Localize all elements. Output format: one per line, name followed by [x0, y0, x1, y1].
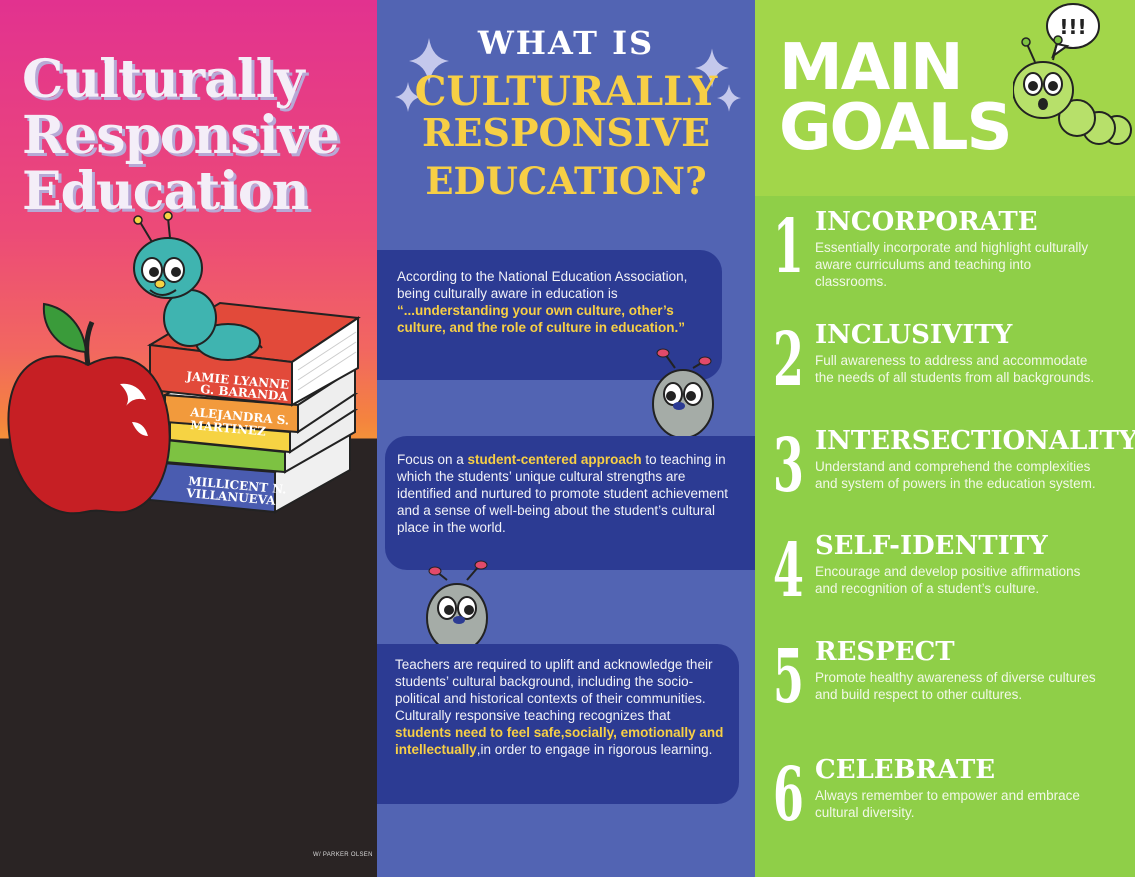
goal-number: 2 — [773, 317, 804, 403]
bubble-text: According to the National Education Asso… — [397, 269, 688, 335]
title-line: GOALS — [779, 91, 1013, 165]
title-line: MAIN — [779, 31, 964, 105]
info-bubble: Focus on a student-centered approach to … — [385, 436, 755, 570]
worm-icon: !!! — [1013, 3, 1132, 145]
speech-text: !!! — [1059, 15, 1086, 39]
goal-description: Promote healthy awareness of diverse cul… — [815, 670, 1096, 702]
goal-title: SELF-IDENTITY — [815, 531, 1048, 561]
goal-description: Encourage and develop positive affirmati… — [815, 564, 1081, 596]
right-panel: MAIN GOALS !!! 1 INCORPORATE Essentially… — [755, 0, 1135, 877]
mid-title-line: RESPONSIVE — [421, 110, 711, 155]
goal-number: 3 — [773, 423, 804, 509]
main-goals-title: MAIN GOALS — [779, 31, 1013, 165]
goal-description: Always remember to empower and embrace c… — [815, 788, 1080, 820]
bubble-text: Teachers are required to uplift and ackn… — [395, 657, 724, 757]
title-line: Responsive — [22, 105, 340, 166]
goal-number: 6 — [773, 752, 804, 838]
apple-icon — [7, 302, 171, 515]
goal-description: Understand and comprehend the complexiti… — [815, 459, 1096, 491]
info-bubble: Teachers are required to uplift and ackn… — [377, 644, 739, 804]
bug-character-icon — [426, 560, 488, 650]
middle-panel: WHAT IS CULTURALLY RESPONSIVE EDUCATION?… — [377, 0, 755, 877]
mid-title-line: EDUCATION? — [425, 159, 707, 203]
bug-character-icon — [652, 348, 714, 438]
credit-text: W/ PARKER OLSEN — [313, 852, 373, 858]
goal-title: RESPECT — [815, 637, 955, 667]
goal-number: 5 — [773, 634, 804, 720]
title-line: Culturally — [22, 49, 305, 110]
mid-title-line: CULTURALLY — [414, 68, 718, 115]
goal-number: 4 — [773, 528, 804, 614]
left-title: Culturally Responsive Education — [22, 49, 340, 220]
goal-title: INTERSECTIONALITY — [815, 426, 1135, 456]
goal-description: Full awareness to address and accommodat… — [815, 353, 1095, 385]
left-panel: Culturally Responsive Education JAMIE LY… — [0, 0, 377, 877]
bubble-text: Focus on a student-centered approach to … — [397, 452, 728, 535]
worm-icon — [133, 211, 263, 361]
goal-title: INCORPORATE — [815, 207, 1038, 237]
goal-title: INCLUSIVITY — [815, 320, 1013, 350]
goal-description: Essentially incorporate and highlight cu… — [815, 240, 1089, 289]
apple-and-books-illustration: JAMIE LYANNE G. BARANDA ALEJANDRA S. MAR… — [7, 211, 361, 515]
goal-number: 1 — [773, 204, 804, 290]
mid-title-line: WHAT IS — [477, 24, 655, 62]
goal-title: CELEBRATE — [815, 755, 996, 785]
